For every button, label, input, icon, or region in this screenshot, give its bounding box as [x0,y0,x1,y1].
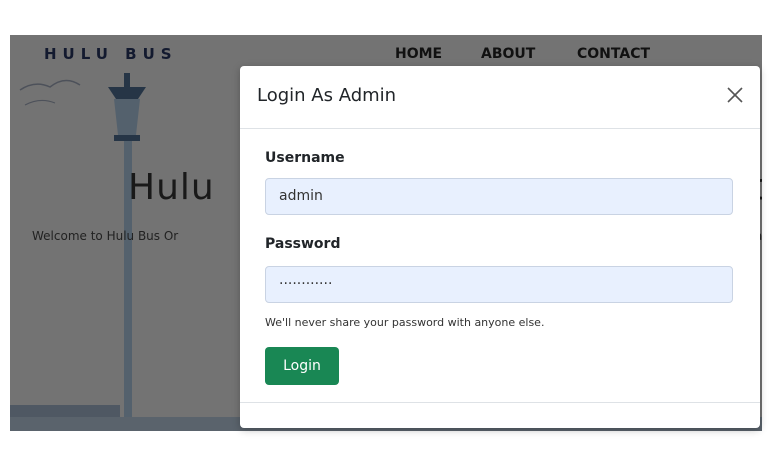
username-label: Username [265,150,345,166]
close-icon[interactable] [724,84,746,106]
password-help-text: We'll never share your password with any… [265,316,545,329]
password-label: Password [265,236,341,252]
modal-header: Login As Admin [240,66,760,129]
modal-footer [240,402,760,428]
username-input[interactable]: admin [265,178,733,215]
modal-title: Login As Admin [257,85,397,106]
login-modal: Login As Admin Username admin Password ·… [240,66,760,428]
login-button[interactable]: Login [265,347,339,385]
password-input[interactable]: ············ [265,266,733,303]
